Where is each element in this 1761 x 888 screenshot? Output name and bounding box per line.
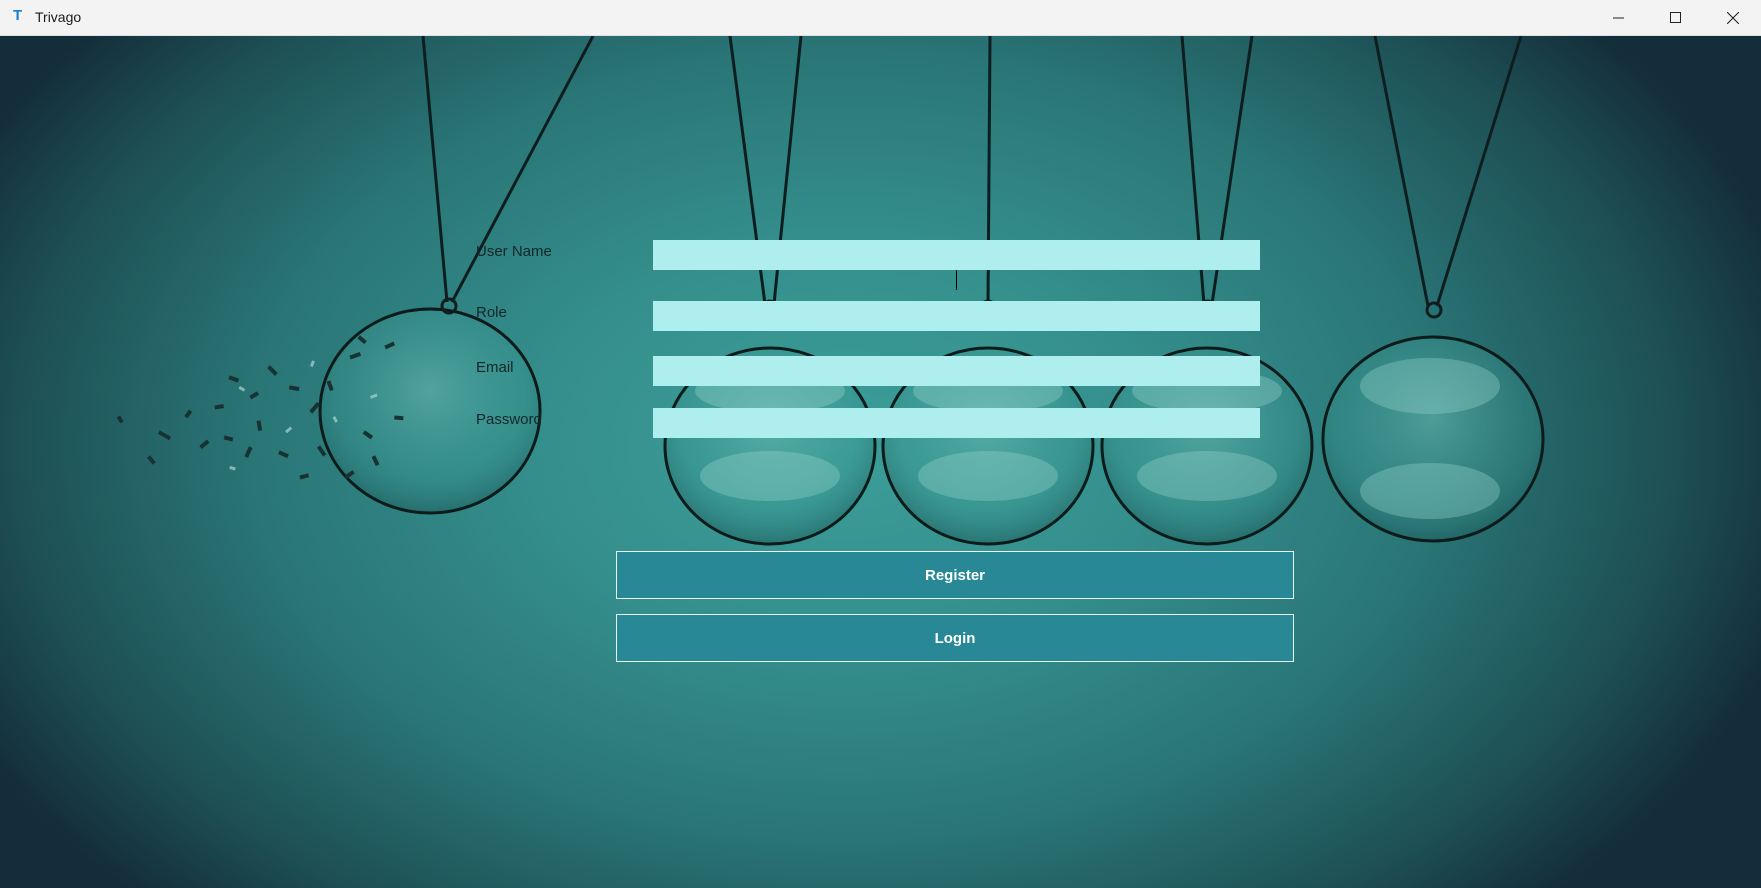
close-icon [1726,11,1739,24]
email-label: Email [476,359,514,376]
role-input[interactable] [653,301,1260,331]
background-image: User Name Role Email Password Register L… [0,36,1761,888]
password-label: Password [476,411,542,428]
password-input[interactable] [653,408,1260,438]
window-title: Trivago [35,9,82,25]
email-input[interactable] [653,356,1260,386]
username-input[interactable] [653,240,1260,270]
login-button[interactable]: Login [616,614,1294,662]
register-button[interactable]: Register [616,551,1294,599]
username-label: User Name [476,243,552,260]
title-bar: T Trivago [0,0,1761,36]
minimize-icon [1612,17,1624,18]
maximize-button[interactable] [1647,0,1704,35]
role-label: Role [476,304,507,321]
app-logo-icon: T [13,7,23,24]
close-button[interactable] [1704,0,1761,35]
minimize-button[interactable] [1590,0,1647,35]
newtons-cradle-art [116,36,1545,546]
text-caret [956,270,957,290]
maximize-icon [1669,11,1681,23]
